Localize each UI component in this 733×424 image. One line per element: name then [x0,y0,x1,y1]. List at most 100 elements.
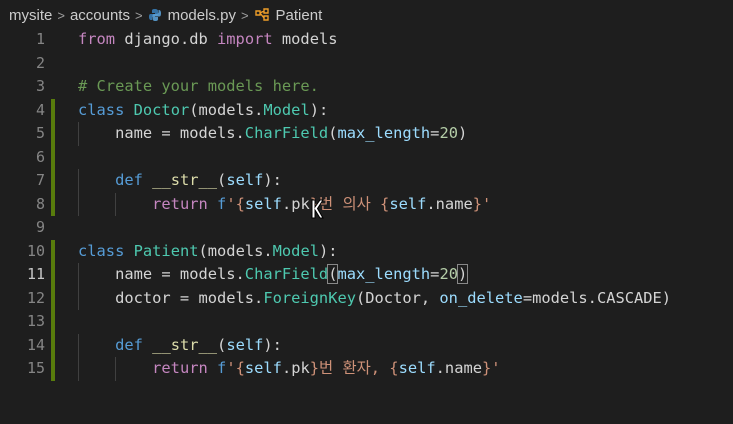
code-token: (models. [198,241,273,260]
code-token: }' [472,194,492,213]
code-text: return f'{self.pk}번 의사 {self.name}' [78,193,491,217]
code-token: self [226,335,264,354]
code-token: doctor = models. [78,288,264,307]
line-number: 5 [35,124,45,142]
line-number: 6 [35,147,45,166]
modified-line-indicator[interactable] [51,98,55,122]
code-line[interactable]: 2 [0,52,733,76]
modified-line-indicator[interactable] [51,169,55,193]
code-token: CharField [244,124,329,142]
code-token: ): [309,100,329,119]
modified-line-indicator[interactable] [51,333,55,357]
indent-guide [115,357,117,381]
code-line[interactable]: 15 return f'{self.pk}번 환자, {self.name}' [0,357,733,381]
modified-line-indicator[interactable] [51,239,55,263]
code-token: return [152,194,208,213]
code-token: ) [457,124,468,142]
code-token: ) [456,264,469,284]
code-token: (Doctor, [356,288,440,307]
code-token: __str__ [152,171,218,189]
modified-line-indicator[interactable] [51,192,55,216]
chevron-right-icon: > [240,7,249,23]
code-line[interactable]: 4 class Doctor(models.Model): [0,98,733,123]
class-symbol-icon [254,7,269,21]
code-token: Model [263,100,310,119]
code-line[interactable]: 10 class Patient(models.Model): [0,239,733,263]
code-line[interactable]: 6 [0,145,733,169]
code-text: return f'{self.pk}번 환자, {self.name}' [78,357,501,381]
line-number: 13 [26,312,45,330]
code-token: f [217,194,227,213]
modified-line-indicator[interactable] [51,286,55,310]
code-token: self [389,194,427,213]
line-number: 7 [35,171,45,189]
breadcrumb: mysite > accounts > models.py > Patient [0,0,733,30]
line-number: 3 [35,77,45,95]
code-token: class [78,100,125,119]
code-line[interactable]: 13 [0,310,733,334]
code-line[interactable]: 5 name = models.CharField(max_length=20) [0,122,733,146]
code-token: .name [426,194,473,213]
line-number: 15 [26,359,45,377]
code-token: # Create your models here. [78,77,319,95]
code-token: ): [263,171,282,189]
indent-guide [78,357,79,381]
code-text: def __str__(self): [78,169,282,193]
code-line[interactable]: 9 [0,216,733,240]
code-line[interactable]: 12 doctor = models.ForeignKey(Doctor, on… [0,286,733,311]
code-line[interactable]: 8 return f'{self.pk}번 의사 {self.name}' [0,192,733,217]
code-token: .name [435,359,482,377]
code-text: class Doctor(models.Model): [78,99,328,123]
code-line[interactable]: 1 from django.db import models [0,28,733,52]
breadcrumb-folder-accounts[interactable]: accounts [70,7,130,24]
code-token: def [115,171,143,189]
modified-line-indicator[interactable] [51,145,55,169]
code-token: ( [217,171,227,189]
code-token: on_delete [439,288,523,307]
code-token: '{ [226,359,245,377]
code-token: { [389,359,399,377]
code-line[interactable]: 3 # Create your models here. [0,75,733,99]
line-number: 2 [35,53,45,72]
line-number: 10 [26,241,45,260]
code-token: 20 [439,124,458,142]
code-token: ): [263,335,282,354]
indent-guide [78,169,79,193]
code-token: }' [482,359,501,377]
code-token: self [398,359,436,377]
code-token: .pk [281,194,310,213]
code-line[interactable]: 11 name = models.CharField(max_length=20… [0,263,733,287]
modified-line-indicator[interactable] [51,357,55,381]
breadcrumb-symbol-label: Patient [275,6,323,24]
code-text: doctor = models.ForeignKey(Doctor, on_de… [78,287,671,311]
breadcrumb-folder-mysite[interactable]: mysite [9,7,52,24]
code-token: self [244,359,282,377]
code-token: def [115,335,143,354]
code-token: import [217,30,273,48]
line-number: 4 [35,100,45,119]
indent-guide [78,122,79,146]
code-token: from [78,30,116,48]
modified-line-indicator[interactable] [51,122,55,146]
code-token: self [244,194,282,213]
code-token: max_length [337,265,431,283]
code-token: (models. [189,100,264,119]
modified-line-indicator[interactable] [51,263,55,287]
line-number: 11 [26,265,45,283]
code-editor[interactable]: 1 from django.db import models 2 3 # Create … [0,28,733,424]
indent-guide [78,333,79,357]
code-token: return [152,359,208,377]
code-line[interactable]: 7 def __str__(self): [0,169,733,193]
breadcrumb-file[interactable]: models.py [148,7,236,24]
indent-guide [78,286,79,310]
code-line[interactable]: 14 def __str__(self): [0,333,733,357]
modified-line-indicator[interactable] [51,310,55,334]
breadcrumb-symbol[interactable]: Patient [254,6,323,24]
